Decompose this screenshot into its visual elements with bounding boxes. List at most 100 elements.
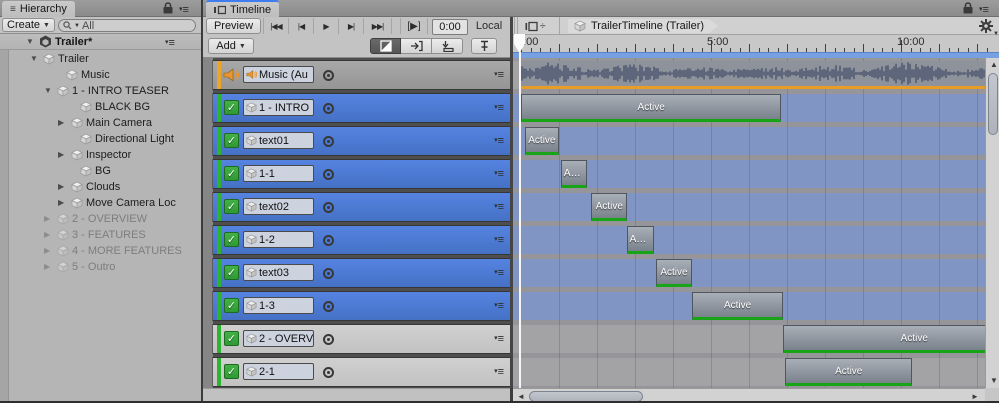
replace-mode-button[interactable] [432,38,463,54]
current-time-field[interactable]: 0:00 [432,19,468,35]
track-header-2-overv[interactable]: ✓ 2 - OVERV ▾≡ [213,325,510,353]
track-header-text01[interactable]: ✓ text01 ▾≡ [213,127,510,155]
record-button[interactable] [323,334,334,345]
activation-clip[interactable]: Active [656,259,692,287]
scene-menu-icon[interactable]: ▾≡ [165,37,175,49]
track-header-1-2[interactable]: ✓ 1-2 ▾≡ [213,226,510,254]
track-binding-field[interactable]: 1-2 [243,231,314,248]
panel-menu-icon[interactable]: ▾≡ [179,4,189,16]
track-header-text03[interactable]: ✓text03▾≡ [213,259,510,287]
track-header-1-1[interactable]: ✓ 1-1 ▾≡ [213,160,510,188]
record-button[interactable] [323,103,334,114]
create-button[interactable]: Create▼ [2,18,55,32]
activation-clip[interactable]: Active [785,358,912,386]
track-enabled-checkbox[interactable]: ✓ [224,364,239,379]
tab-hierarchy[interactable]: ≡ Hierarchy [2,1,75,17]
hierarchy-scroll-gutter[interactable] [0,50,9,401]
track-menu-icon[interactable]: ▾≡ [494,234,504,246]
track-enabled-checkbox[interactable]: ✓ [224,232,239,247]
hierarchy-item-directional-light[interactable]: Directional Light [9,131,201,147]
track-enabled-checkbox[interactable]: ✓ [224,265,239,280]
scroll-down-icon[interactable]: ▼ [990,377,998,385]
record-button[interactable] [323,136,334,147]
track-enabled-checkbox[interactable]: ✓ [224,133,239,148]
hierarchy-item-2-overview[interactable]: ▶2 - OVERVIEW [9,211,201,227]
foldout-closed-icon[interactable]: ▶ [58,115,71,131]
activation-clip[interactable]: Active [692,292,783,320]
record-button[interactable] [323,367,334,378]
hierarchy-item-3-features[interactable]: ▶3 - FEATURES [9,227,201,243]
track-binding-field[interactable]: text03 [243,264,314,281]
hierarchy-item-trailer[interactable]: ▼Trailer [9,51,201,67]
tab-timeline[interactable]: Timeline [206,0,279,17]
audio-clip[interactable] [521,61,985,89]
track-enabled-checkbox[interactable]: ✓ [224,298,239,313]
play-range-button[interactable]: [▶] [400,18,428,34]
track-menu-icon[interactable]: ▾≡ [494,168,504,180]
track-menu-icon[interactable]: ▾≡ [494,366,504,378]
record-button[interactable] [323,202,334,213]
add-track-button[interactable]: Add▼ [208,38,254,54]
marker-pin-button[interactable] [471,38,497,54]
play-button[interactable]: ▶ [313,18,338,34]
foldout-closed-icon[interactable]: ▶ [44,227,57,243]
activation-clip[interactable]: Active [627,226,654,254]
hierarchy-item-inspector[interactable]: ▶Inspector [9,147,201,163]
track-header-music-au[interactable]: Music (Au▾≡ [213,61,510,89]
record-button[interactable] [323,169,334,180]
goto-start-button[interactable]: |◀◀ [263,18,288,34]
track-header-2-1[interactable]: ✓ 2-1 ▾≡ [213,358,510,386]
panel-menu-icon[interactable]: ▾≡ [979,4,989,16]
goto-end-button[interactable]: ▶▶| [363,18,392,34]
record-button[interactable] [323,70,334,81]
track-menu-icon[interactable]: ▾≡ [494,135,504,147]
track-binding-field[interactable]: 2-1 [243,363,314,380]
track-menu-icon[interactable]: ▾≡ [494,333,504,345]
track-menu-icon[interactable]: ▾≡ [494,300,504,312]
activation-clip[interactable]: Active [525,127,559,155]
activation-clip[interactable]: Active [561,160,588,188]
activation-clip[interactable]: Active [521,94,781,122]
track-enabled-checkbox[interactable]: ✓ [224,100,239,115]
foldout-closed-icon[interactable]: ▶ [58,195,71,211]
track-binding-field[interactable]: text01 [243,132,314,149]
foldout-closed-icon[interactable]: ▶ [58,179,71,195]
track-header-text02[interactable]: ✓ text02 ▾≡ [213,193,510,221]
reference-mode-button[interactable]: Local [470,18,508,34]
time-ruler[interactable]: 0:005:0010:00 [513,35,999,52]
hierarchy-item-4-more-features[interactable]: ▶4 - MORE FEATURES [9,243,201,259]
hierarchy-item-black-bg[interactable]: BLACK BG [9,99,201,115]
clips-area[interactable]: ActiveActiveActiveActiveActiveActiveActi… [513,58,985,388]
foldout-closed-icon[interactable]: ▶ [44,243,57,259]
track-binding-field[interactable]: 2 - OVERV [243,330,314,347]
search-input[interactable]: ▼ All [58,19,196,32]
preview-button[interactable]: Preview [206,18,261,34]
record-button[interactable] [323,301,334,312]
track-enabled-checkbox[interactable]: ✓ [224,199,239,214]
track-enabled-checkbox[interactable]: ✓ [224,166,239,181]
record-button[interactable] [323,235,334,246]
track-binding-field[interactable]: 1-3 [243,297,314,314]
ripple-mode-button[interactable] [401,38,432,54]
track-header-1-3[interactable]: ✓ 1-3 ▾≡ [213,292,510,320]
hierarchy-item-bg[interactable]: BG [9,163,201,179]
next-frame-button[interactable]: ▶| [338,18,363,34]
lock-icon[interactable] [963,2,973,17]
mix-mode-button[interactable] [370,38,401,54]
vertical-scrollbar[interactable]: ▲ ▼ [985,58,999,388]
activation-clip[interactable]: Active [783,325,985,353]
foldout-closed-icon[interactable]: ▶ [58,147,71,163]
track-header-1-intro[interactable]: ✓1 - INTRO▾≡ [213,94,510,122]
scroll-right-icon[interactable]: ► [971,393,979,401]
activation-clip[interactable]: Active [591,193,627,221]
track-binding-field[interactable]: 1-1 [243,165,314,182]
vertical-scroll-thumb[interactable] [988,73,998,135]
foldout-open-icon[interactable]: ▼ [44,83,57,99]
record-button[interactable] [323,268,334,279]
track-binding-field[interactable]: text02 [243,198,314,215]
track-menu-icon[interactable]: ▾≡ [494,201,504,213]
search-filter-chevron-icon[interactable]: ▼ [74,23,80,29]
track-enabled-checkbox[interactable]: ✓ [224,331,239,346]
foldout-closed-icon[interactable]: ▶ [44,259,57,275]
hierarchy-item-main-camera[interactable]: ▶Main Camera [9,115,201,131]
